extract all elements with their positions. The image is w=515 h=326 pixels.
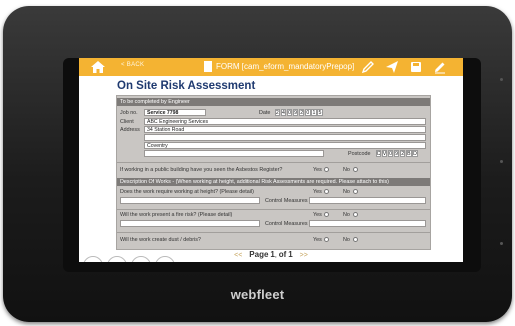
prev-page-button[interactable]: << (234, 252, 242, 259)
address-block: Address 34 Station Road Coventry Postcod… (117, 126, 430, 160)
height-detail-field[interactable] (120, 197, 260, 204)
current-page: 1 (270, 250, 275, 259)
save-icon[interactable] (409, 60, 423, 74)
asbestos-yes-radio[interactable] (324, 167, 329, 172)
height-control-measures-field[interactable] (309, 197, 426, 204)
asbestos-no-radio[interactable] (353, 167, 358, 172)
asbestos-question: If working in a public building have you… (120, 167, 283, 173)
dust-yes-radio[interactable] (324, 237, 329, 242)
date-char[interactable]: 2 (274, 109, 281, 116)
question-row: Does the work require working at height?… (117, 188, 430, 208)
no-label: No (343, 167, 350, 173)
postcode-char[interactable]: B (406, 150, 412, 157)
no-label: No (343, 212, 350, 218)
job-number-field[interactable]: Service 7798 (144, 109, 206, 116)
risk-assessment-form: To be completed by Engineer Job no. Serv… (116, 95, 431, 250)
of-label: of (278, 250, 287, 259)
date-char[interactable]: 0 (305, 109, 311, 116)
date-char[interactable]: 1 (311, 109, 317, 116)
question-row: Will the work create dust / debris? Yes … (117, 236, 430, 246)
question-fire: Will the work present a fire risk? (Plea… (120, 212, 233, 218)
postcode-char[interactable]: 0 (387, 150, 394, 157)
yes-label: Yes (313, 212, 322, 218)
yes-label: Yes (313, 167, 322, 173)
question-dust: Will the work create dust / debris? (120, 237, 201, 243)
form-title: FORM [cam_eform_mandatoryPrepop] (216, 62, 355, 71)
total-pages: 1 (288, 250, 293, 259)
date-char[interactable]: 5 (317, 109, 323, 116)
sensor-dot (500, 78, 503, 81)
fire-yes-radio[interactable] (324, 212, 329, 217)
top-bar: < BACK FORM [cam_eform_mandatoryPrepop] (79, 58, 463, 76)
next-page-button[interactable]: >> (300, 252, 308, 259)
postcode-char[interactable]: V (381, 150, 388, 157)
control-measures-label: Control Measures (265, 221, 308, 227)
yes-label: Yes (313, 237, 322, 243)
engineer-section-header: To be completed by Engineer (117, 98, 430, 106)
send-icon[interactable] (385, 60, 399, 74)
no-label: No (343, 189, 350, 195)
sensor-dot (500, 242, 503, 245)
divider (117, 209, 430, 210)
divider (117, 162, 430, 163)
client-label: Client (120, 119, 134, 125)
date-field[interactable]: 24092015 (274, 109, 323, 116)
fire-detail-field[interactable] (120, 220, 260, 227)
address-line2-field[interactable] (144, 134, 426, 141)
back-button[interactable]: < BACK (121, 62, 144, 68)
app-screen: < BACK FORM [cam_eform_mandatoryPrepop] … (79, 58, 463, 262)
question-row: Will the work present a fire risk? (Plea… (117, 211, 430, 231)
address-label: Address (120, 127, 140, 133)
brand-logo: webfleet (230, 287, 285, 302)
postcode-label: Postcode (348, 151, 371, 157)
date-char[interactable]: 4 (280, 109, 287, 116)
home-icon[interactable] (91, 61, 105, 73)
pagination: << Page 1, of 1 >> (234, 250, 308, 259)
address-line4-field[interactable] (144, 150, 324, 157)
dust-no-radio[interactable] (353, 237, 358, 242)
fire-control-measures-field[interactable] (309, 220, 426, 227)
client-field[interactable]: ABC Engineering Services (144, 118, 426, 125)
sensor-dot (500, 160, 503, 163)
date-label: Date (259, 110, 271, 116)
fire-no-radio[interactable] (353, 212, 358, 217)
works-section-label: Description Of Works - (When working at … (120, 179, 389, 185)
address-line3-field[interactable]: Coventry (144, 142, 426, 149)
engineer-section-label: To be completed by Engineer (120, 99, 190, 105)
postcode-char[interactable]: D (412, 150, 418, 157)
date-char[interactable]: 2 (298, 109, 305, 116)
form-icon (204, 61, 212, 72)
postcode-field[interactable]: CV092BD (375, 150, 418, 157)
page-title: On Site Risk Assessment (117, 80, 256, 92)
question-height: Does the work require working at height?… (120, 189, 254, 195)
edit-icon[interactable] (433, 60, 447, 74)
date-char[interactable]: 0 (286, 109, 293, 116)
postcode-char[interactable]: C (375, 150, 382, 157)
page-label: Page (249, 250, 269, 259)
postcode-char[interactable]: 9 (393, 150, 400, 157)
yes-label: Yes (313, 189, 322, 195)
pen-icon[interactable] (361, 60, 375, 74)
date-char[interactable]: 9 (292, 109, 299, 116)
height-yes-radio[interactable] (324, 189, 329, 194)
height-no-radio[interactable] (353, 189, 358, 194)
control-measures-label: Control Measures (265, 198, 308, 204)
address-line1-field[interactable]: 34 Station Road (144, 126, 426, 133)
divider (117, 232, 430, 233)
job-label: Job no. (120, 110, 138, 116)
job-row: Job no. Service 7798 Date 24092015 (117, 108, 430, 118)
postcode-char[interactable]: 2 (399, 150, 406, 157)
no-label: No (343, 237, 350, 243)
works-section-header: Description Of Works - (When working at … (117, 178, 430, 186)
asbestos-row: If working in a public building have you… (117, 166, 430, 175)
